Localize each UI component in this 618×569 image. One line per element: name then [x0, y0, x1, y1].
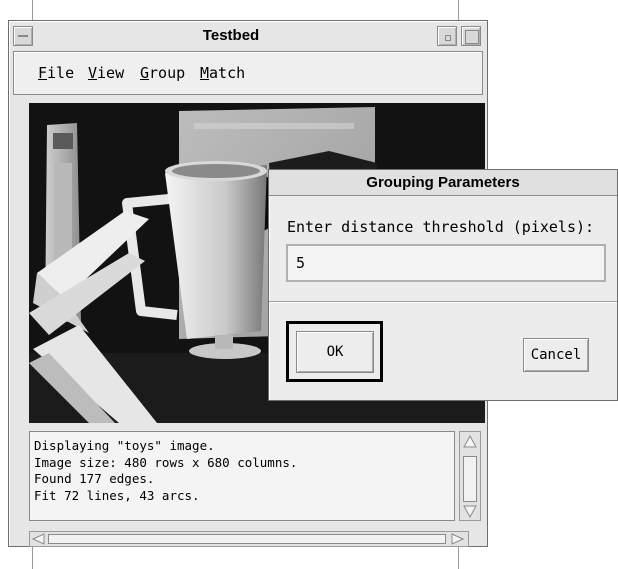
- dialog-title[interactable]: Grouping Parameters: [269, 170, 617, 196]
- distance-threshold-input[interactable]: 5: [286, 244, 606, 282]
- horizontal-scroll-thumb[interactable]: [48, 534, 446, 544]
- log-line: Found 177 edges.: [34, 471, 155, 486]
- window-menu-icon: [18, 35, 28, 37]
- distance-threshold-label: Enter distance threshold (pixels):: [287, 218, 595, 236]
- scroll-left-icon[interactable]: [32, 533, 46, 545]
- cancel-button[interactable]: Cancel: [523, 338, 589, 372]
- minimize-button[interactable]: [437, 26, 457, 46]
- horizontal-scrollbar[interactable]: [29, 531, 469, 547]
- guide-line-bottom-left: [32, 547, 33, 569]
- vertical-scrollbar[interactable]: [459, 431, 481, 521]
- log-line: Fit 72 lines, 43 arcs.: [34, 487, 200, 503]
- minimize-icon: [445, 35, 451, 41]
- title-bar[interactable]: Testbed: [11, 23, 485, 49]
- scroll-up-icon[interactable]: [463, 435, 477, 449]
- guide-line-right: [458, 0, 459, 20]
- menu-match[interactable]: Match: [198, 62, 247, 84]
- menu-file[interactable]: File: [36, 62, 76, 84]
- window-title: Testbed: [202, 27, 260, 44]
- scroll-down-icon[interactable]: [463, 504, 477, 518]
- menu-group[interactable]: Group: [138, 62, 187, 84]
- log-line: Image size: 480 rows x 680 columns.: [34, 454, 298, 470]
- menu-view[interactable]: View: [86, 62, 126, 84]
- maximize-button[interactable]: [461, 26, 481, 46]
- scroll-right-icon[interactable]: [450, 533, 464, 545]
- guide-line-left: [32, 0, 33, 20]
- window-menu-button[interactable]: [13, 26, 33, 46]
- output-log: Displaying "toys" image. Image size: 480…: [29, 431, 455, 521]
- dialog-separator: [269, 301, 617, 303]
- menu-bar: File View Group Match: [13, 51, 483, 95]
- maximize-icon: [465, 30, 479, 44]
- vertical-scroll-thumb[interactable]: [463, 456, 477, 502]
- grouping-parameters-dialog: Grouping Parameters Enter distance thres…: [268, 169, 618, 401]
- guide-line-bottom-right: [458, 547, 459, 569]
- log-line: Displaying "toys" image.: [34, 438, 215, 453]
- ok-button[interactable]: OK: [296, 331, 374, 373]
